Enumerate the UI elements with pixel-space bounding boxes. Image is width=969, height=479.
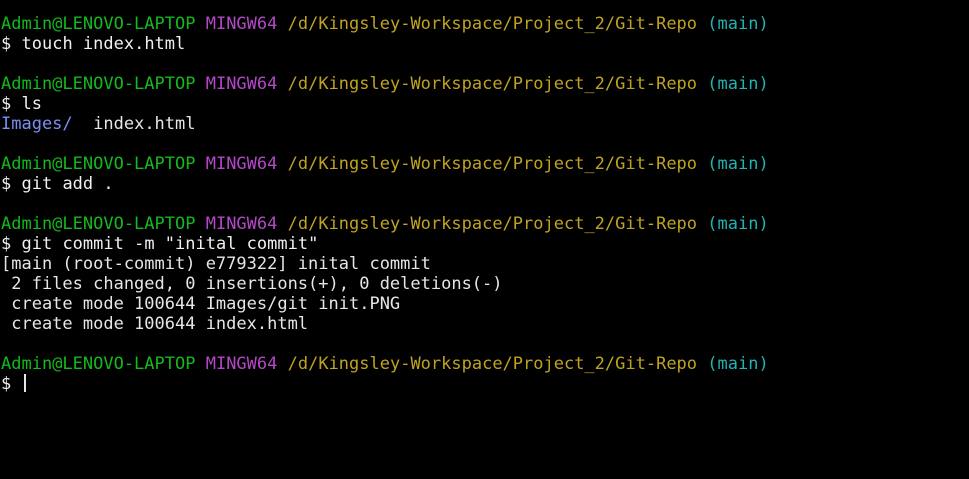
prompt-path: /d/Kingsley-Workspace/Project_2/Git-Repo	[287, 154, 698, 174]
prompt-line: Admin@LENOVO-LAPTOP MINGW64 /d/Kingsley-…	[0, 14, 969, 34]
prompt-env: MINGW64	[205, 154, 278, 174]
prompt-branch: (main)	[707, 154, 769, 174]
prompt-user: Admin@LENOVO-LAPTOP	[1, 14, 196, 34]
active-input-line[interactable]: $	[0, 374, 969, 394]
terminal-window[interactable]: Admin@LENOVO-LAPTOP MINGW64 /d/Kingsley-…	[0, 0, 969, 479]
command-line: $ touch index.html	[0, 34, 969, 54]
prompt-symbol: $	[1, 374, 12, 394]
prompt-user: Admin@LENOVO-LAPTOP	[1, 154, 196, 174]
command-text: git commit -m "inital commit"	[21, 234, 319, 254]
prompt-symbol: $	[1, 234, 12, 254]
prompt-branch: (main)	[707, 354, 769, 374]
prompt-user: Admin@LENOVO-LAPTOP	[1, 74, 196, 94]
output-line: [main (root-commit) e779322] inital comm…	[1, 254, 431, 274]
prompt-env: MINGW64	[205, 74, 278, 94]
command-text: git add .	[21, 174, 114, 194]
output-line: create mode 100644 index.html	[1, 314, 309, 334]
prompt-line: Admin@LENOVO-LAPTOP MINGW64 /d/Kingsley-…	[0, 214, 969, 234]
output-line: create mode 100644 Images/git init.PNG	[1, 294, 401, 314]
command-line: $ git add .	[0, 174, 969, 194]
command-line: $ ls	[0, 94, 969, 114]
text-cursor[interactable]	[23, 374, 26, 392]
command-line: $ git commit -m "inital commit"	[0, 234, 969, 254]
prompt-symbol: $	[1, 174, 12, 194]
ls-directory-entry: Images/	[1, 114, 73, 134]
prompt-symbol: $	[1, 34, 12, 54]
prompt-user: Admin@LENOVO-LAPTOP	[1, 354, 196, 374]
prompt-env: MINGW64	[205, 214, 278, 234]
prompt-symbol: $	[1, 94, 12, 114]
prompt-path: /d/Kingsley-Workspace/Project_2/Git-Repo	[287, 214, 698, 234]
prompt-branch: (main)	[707, 74, 769, 94]
prompt-env: MINGW64	[205, 14, 278, 34]
output-line: 2 files changed, 0 insertions(+), 0 dele…	[1, 274, 503, 294]
prompt-path: /d/Kingsley-Workspace/Project_2/Git-Repo	[287, 354, 698, 374]
prompt-path: /d/Kingsley-Workspace/Project_2/Git-Repo	[287, 14, 698, 34]
prompt-branch: (main)	[707, 14, 769, 34]
prompt-path: /d/Kingsley-Workspace/Project_2/Git-Repo	[287, 74, 698, 94]
command-text: touch index.html	[21, 34, 186, 54]
prompt-user: Admin@LENOVO-LAPTOP	[1, 214, 196, 234]
command-text: ls	[21, 94, 42, 114]
prompt-env: MINGW64	[205, 354, 278, 374]
ls-output-line: Images/ index.html	[0, 114, 969, 134]
prompt-line: Admin@LENOVO-LAPTOP MINGW64 /d/Kingsley-…	[0, 74, 969, 94]
ls-file-entry: index.html	[93, 114, 196, 134]
prompt-line: Admin@LENOVO-LAPTOP MINGW64 /d/Kingsley-…	[0, 154, 969, 174]
prompt-line: Admin@LENOVO-LAPTOP MINGW64 /d/Kingsley-…	[0, 354, 969, 374]
prompt-branch: (main)	[707, 214, 769, 234]
